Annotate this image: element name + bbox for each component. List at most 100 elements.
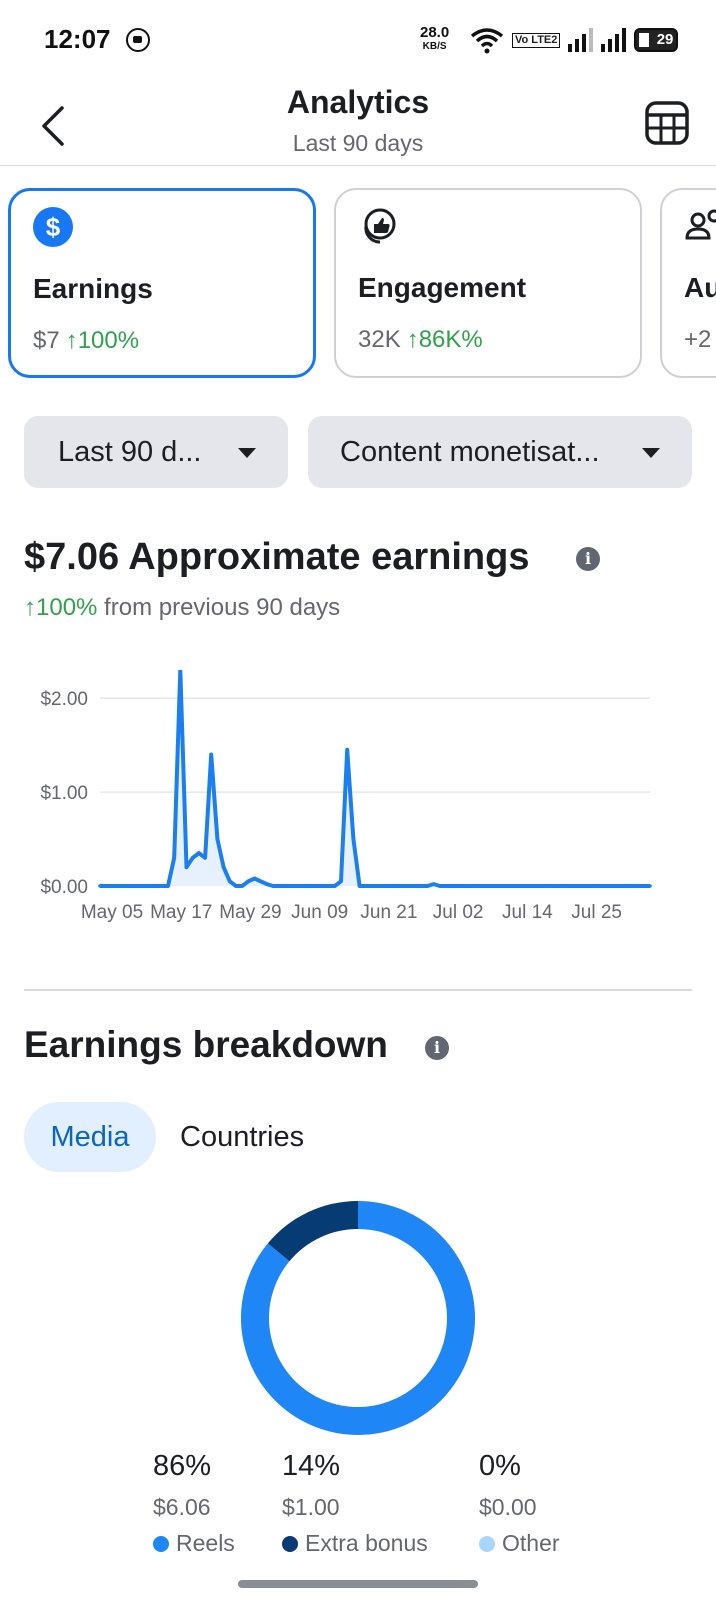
data-point xyxy=(240,884,244,888)
y-tick-label: $1.00 xyxy=(40,783,88,804)
data-point xyxy=(116,884,121,888)
earnings-donut-chart xyxy=(241,1201,475,1435)
data-point xyxy=(302,884,306,888)
data-point xyxy=(227,879,232,884)
table-icon[interactable] xyxy=(644,100,690,146)
content-type-label: Content monetisat... xyxy=(340,436,600,468)
data-point xyxy=(382,884,387,888)
x-tick-label: Jun 21 xyxy=(360,902,417,923)
x-tick-label: Jul 02 xyxy=(433,902,484,923)
data-point xyxy=(506,884,510,888)
battery-icon: 29 xyxy=(634,28,679,52)
data-point xyxy=(481,884,485,888)
data-point xyxy=(419,884,424,888)
data-point xyxy=(536,884,541,888)
data-point xyxy=(333,884,337,888)
data-point xyxy=(110,884,115,888)
tab-media[interactable]: Media xyxy=(24,1102,156,1172)
info-icon[interactable]: i xyxy=(576,547,600,571)
legend-dot xyxy=(153,1536,169,1552)
legend-amount: $6.06 xyxy=(153,1494,211,1520)
data-point xyxy=(320,884,325,888)
data-point xyxy=(159,884,164,888)
data-point xyxy=(339,879,343,884)
data-point xyxy=(314,884,319,888)
signal-sim1-icon xyxy=(568,28,594,52)
data-point xyxy=(135,884,139,888)
tab-countries[interactable]: Countries xyxy=(180,1102,304,1172)
date-range-label: Last 90 d... xyxy=(58,436,202,468)
data-point xyxy=(289,884,294,888)
legend-item-other: 0% $0.00 Other xyxy=(479,1450,560,1557)
legend-percent: 86% xyxy=(153,1450,212,1482)
data-point xyxy=(197,851,201,855)
card-value: +2 xyxy=(684,326,712,353)
data-point xyxy=(635,884,640,888)
data-point xyxy=(370,884,374,888)
card-metric: 32K ↑86K% xyxy=(358,326,483,354)
donut-segment-extra-bonus[interactable] xyxy=(267,1201,359,1262)
data-point xyxy=(586,884,591,888)
data-point xyxy=(574,884,578,888)
earnings-card[interactable]: $ Earnings $7 ↑100% xyxy=(8,188,316,378)
card-title: Engagement xyxy=(358,272,527,303)
content-type-dropdown[interactable]: Content monetisat... xyxy=(308,416,692,488)
data-point xyxy=(561,884,566,888)
data-point xyxy=(190,856,195,860)
home-indicator[interactable] xyxy=(238,1580,478,1588)
audience-card[interactable]: Au +2 xyxy=(660,188,716,378)
data-point xyxy=(623,884,628,888)
data-point xyxy=(555,884,560,888)
legend-item-reels: 86% $6.06 Reels xyxy=(153,1450,235,1557)
x-tick-label: May 05 xyxy=(81,902,143,923)
legend-amount: $1.00 xyxy=(282,1494,340,1520)
legend-item-extra-bonus: 14% $1.00 Extra bonus xyxy=(282,1450,428,1557)
legend-label: Reels xyxy=(153,1530,235,1557)
data-point xyxy=(326,884,331,888)
data-point xyxy=(468,884,473,888)
data-point xyxy=(530,884,535,888)
data-point xyxy=(493,884,498,888)
data-point xyxy=(147,884,152,888)
data-point xyxy=(295,884,300,888)
data-point xyxy=(598,884,603,888)
data-point xyxy=(413,884,417,888)
data-point xyxy=(617,884,621,888)
data-point xyxy=(438,884,442,888)
data-point xyxy=(401,884,405,888)
card-title: Au xyxy=(684,272,716,303)
data-point xyxy=(345,748,349,752)
data-point xyxy=(604,884,609,888)
card-change: ↑86K% xyxy=(406,326,483,353)
status-time: 12:07 xyxy=(44,24,111,54)
data-point xyxy=(524,884,529,888)
card-title: Earnings xyxy=(33,273,153,304)
data-point xyxy=(462,884,467,888)
section-divider xyxy=(24,989,692,991)
data-point xyxy=(499,884,504,888)
card-value: $7 xyxy=(33,327,60,354)
engagement-card[interactable]: Engagement 32K ↑86K% xyxy=(334,188,642,378)
legend-dot xyxy=(282,1536,298,1552)
card-metric: $7 ↑100% xyxy=(33,327,139,355)
data-point xyxy=(184,865,189,870)
info-icon[interactable]: i xyxy=(425,1036,449,1060)
date-range-dropdown[interactable]: Last 90 d... xyxy=(24,416,288,488)
legend-label: Other xyxy=(479,1530,560,1557)
data-point xyxy=(104,884,108,888)
data-point xyxy=(283,884,288,888)
status-bar: 12:07 28.0 KB/S Vo LTE2 29 xyxy=(0,0,716,80)
data-point xyxy=(642,884,646,888)
status-icons: Vo LTE2 29 xyxy=(470,24,679,56)
wifi-icon xyxy=(470,28,504,54)
volte-icon: Vo LTE2 xyxy=(512,32,561,48)
data-point xyxy=(407,884,411,888)
data-point xyxy=(431,882,436,886)
data-point xyxy=(271,884,275,888)
data-point xyxy=(203,856,207,860)
data-point xyxy=(512,884,516,888)
legend-amount: $0.00 xyxy=(479,1494,537,1520)
x-tick-label: May 17 xyxy=(150,902,212,923)
data-point xyxy=(592,884,597,888)
legend-percent: 14% xyxy=(282,1450,341,1482)
